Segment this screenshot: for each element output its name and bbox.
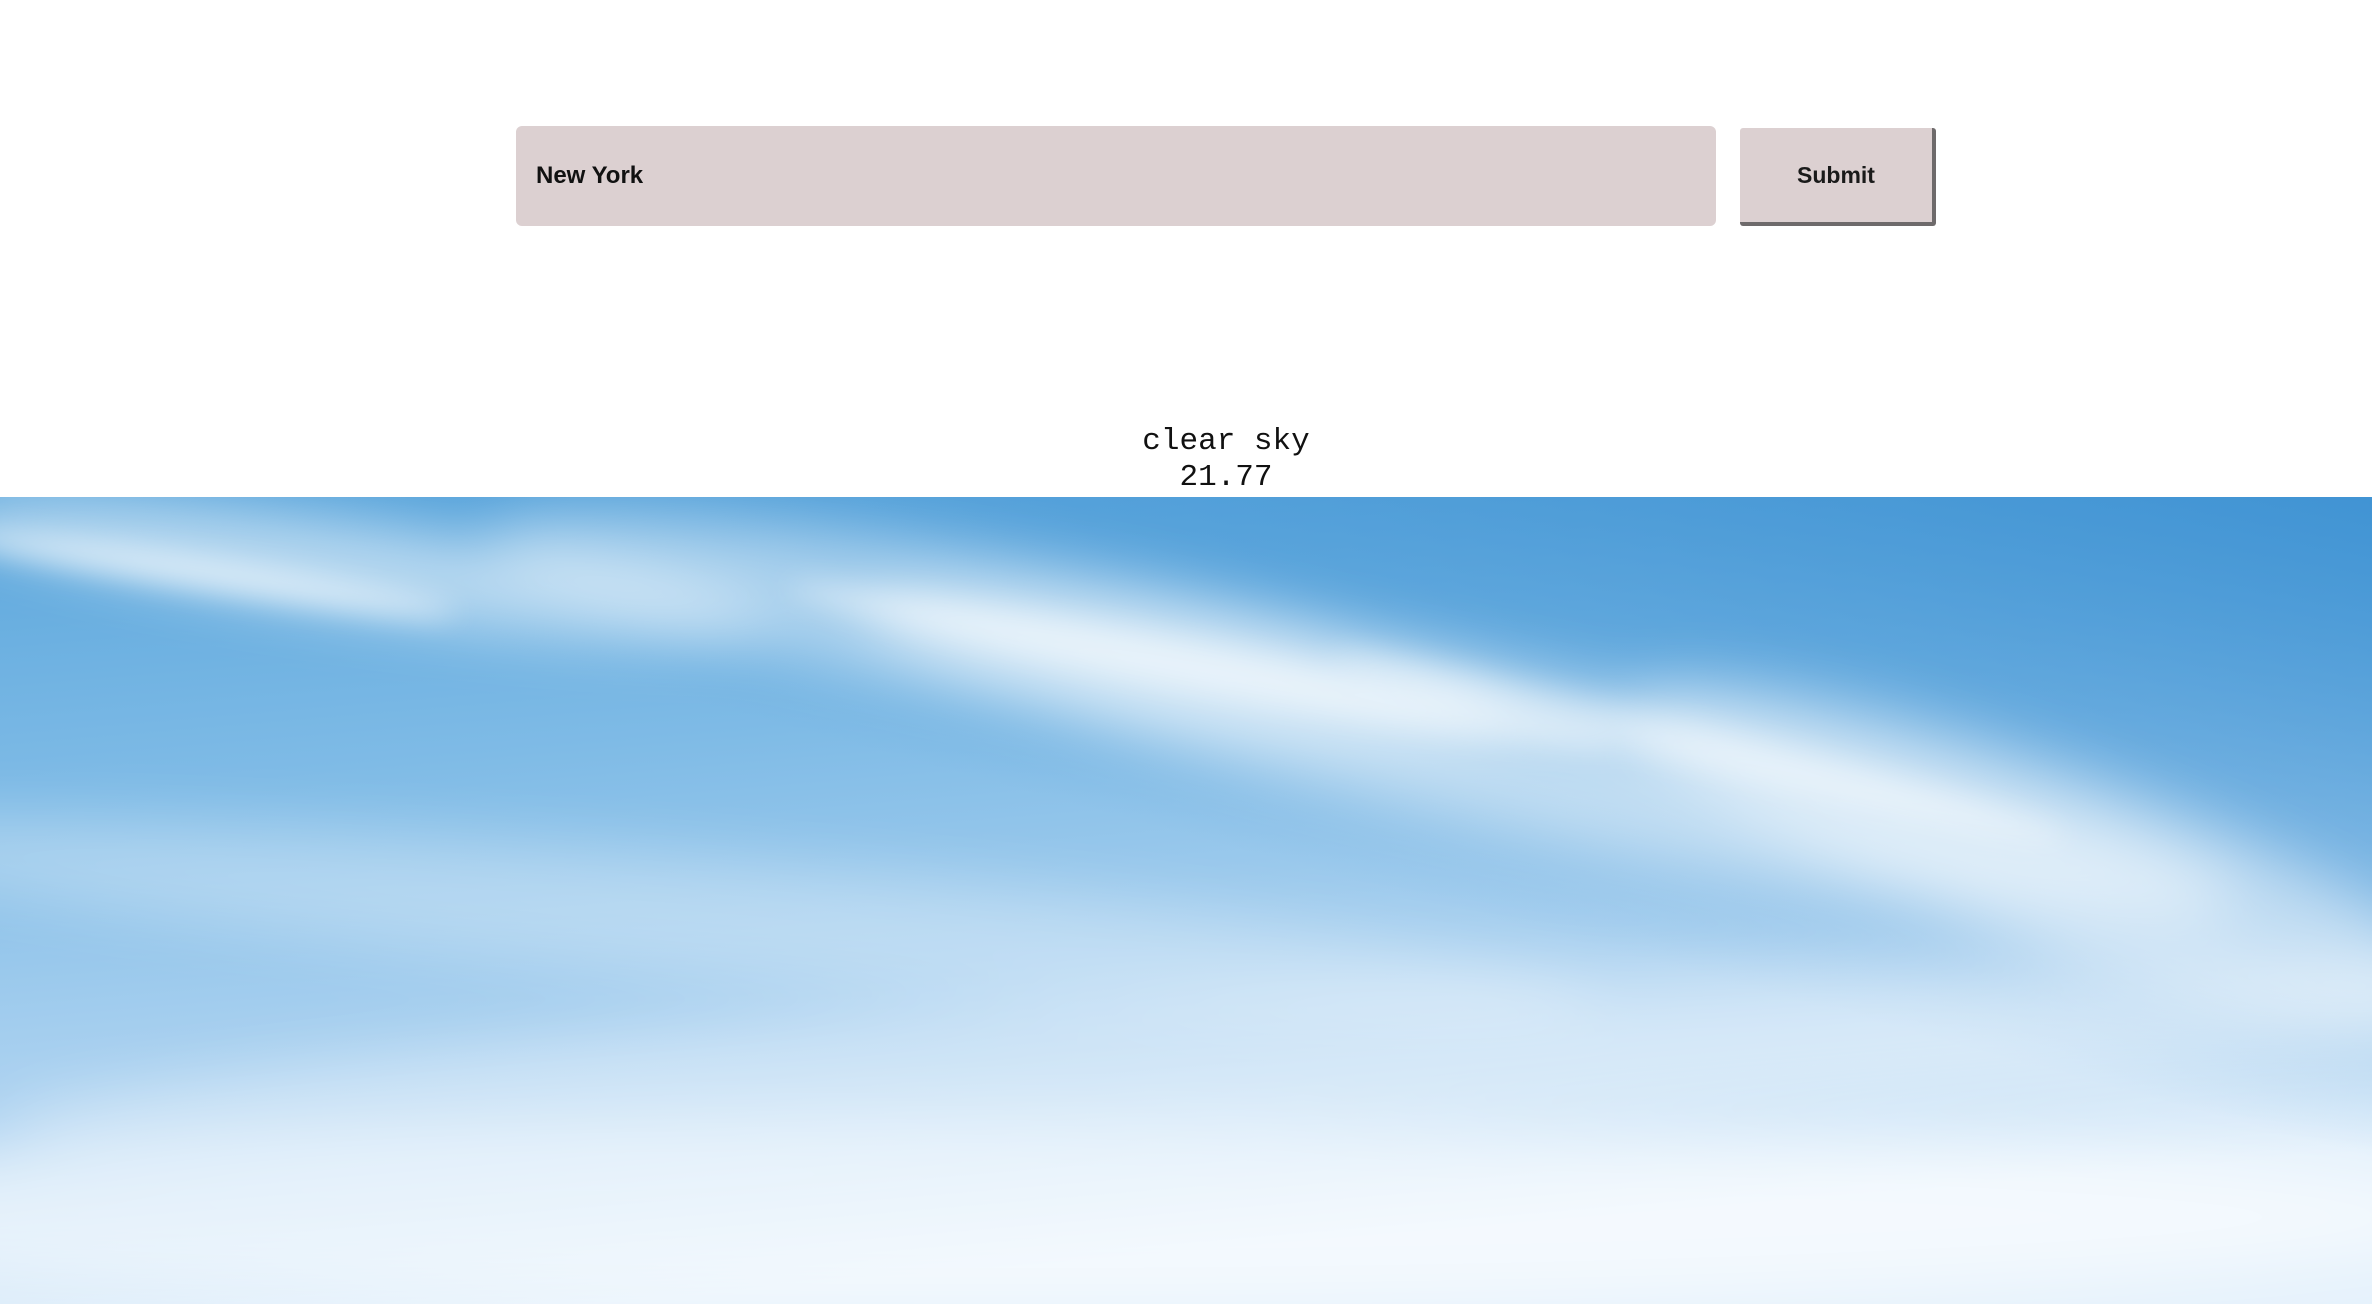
weather-temperature: 21.77 [1179,460,1273,495]
city-search-form: Submit [516,126,1936,226]
weather-app-page: Submit clear sky 21.77 [0,0,2372,1304]
submit-button[interactable]: Submit [1740,128,1936,226]
city-input[interactable] [516,126,1716,226]
sky-background-image [0,497,2372,1304]
weather-info: clear sky 21.77 [0,424,2372,496]
weather-description: clear sky [1142,424,1310,459]
